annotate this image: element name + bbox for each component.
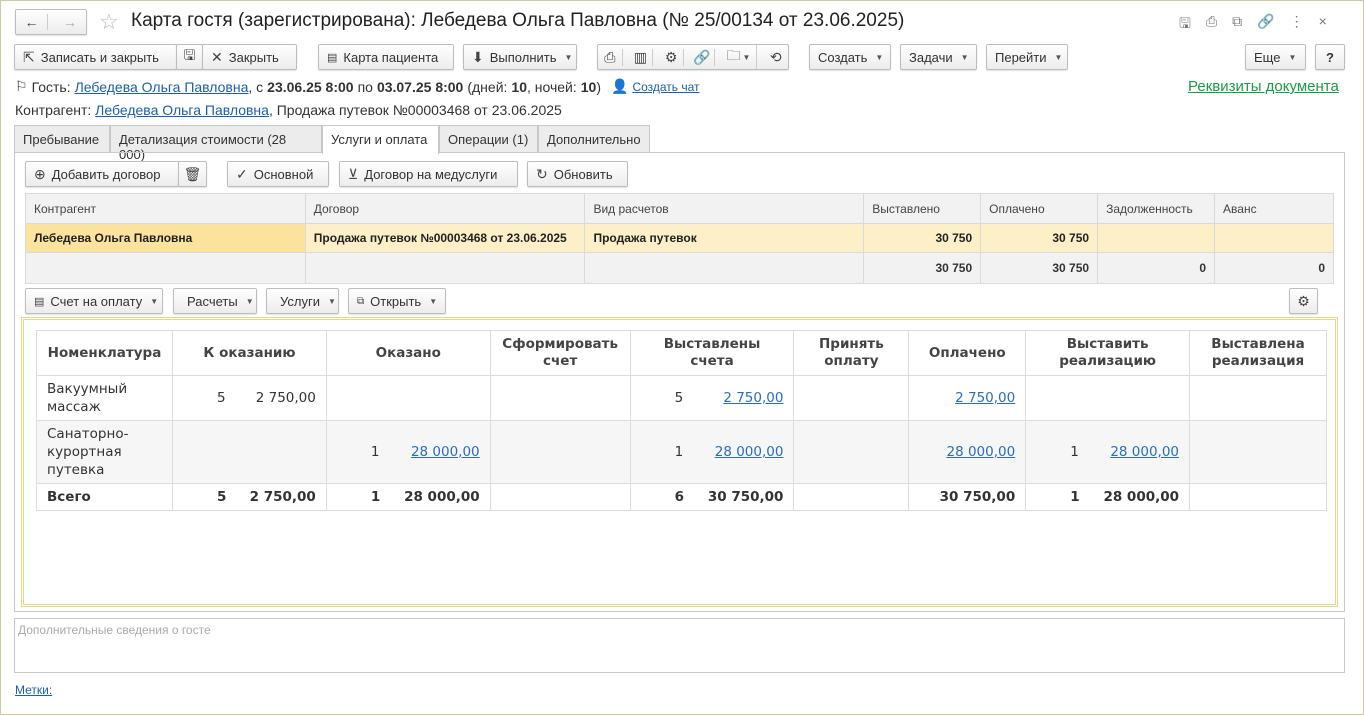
invoice-button[interactable]: ▤ Счет на оплату ▼ xyxy=(25,288,163,314)
plus-circle-icon: ⊕ xyxy=(34,165,46,182)
attach-link-icon[interactable]: 🔗 xyxy=(690,48,715,66)
col-header[interactable]: Выставлено xyxy=(863,193,982,224)
new-folder-icon[interactable]: 🗀 ▼ xyxy=(721,45,758,69)
more-button[interactable]: Еще ▼ xyxy=(1245,44,1306,70)
print-icon[interactable]: ⎙ xyxy=(1206,13,1217,37)
printer-icon[interactable]: ⎙ xyxy=(598,48,623,66)
delete-button[interactable]: 🗑 xyxy=(178,161,207,187)
services-frame: Номенклатура К оказанию Оказано Сформиро… xyxy=(21,317,1338,607)
table-row: Санаторно-курортная путевка 1 28 000,00 1… xyxy=(36,420,1327,484)
col-header[interactable]: Задолженность xyxy=(1097,193,1216,224)
col-header: Выставить реализацию xyxy=(1025,330,1191,376)
trash-icon: 🗑 xyxy=(183,165,202,182)
execute-button[interactable]: ⬇ Выполнить ▼ xyxy=(463,44,577,70)
patient-card-button[interactable]: ▤ Карта пациента xyxy=(318,44,454,70)
counterparty-link[interactable]: Лебедева Ольга Павловна xyxy=(95,102,269,118)
link-icon[interactable]: 🔗 xyxy=(1257,13,1274,37)
col-header[interactable]: Оплачено xyxy=(980,193,1099,224)
save-button[interactable]: 🖫 xyxy=(176,44,203,70)
rendered-link[interactable]: 28 000,00 xyxy=(411,443,480,461)
add-contract-button[interactable]: ⊕ Добавить договор xyxy=(25,161,179,187)
save-close-button[interactable]: ⇱ Записать и закрыть xyxy=(14,44,177,70)
col-header: Выставлены счета xyxy=(629,330,795,376)
invoices-link[interactable]: 28 000,00 xyxy=(715,443,784,461)
back-icon[interactable]: ← xyxy=(16,14,49,30)
flag-icon[interactable]: ⚐ xyxy=(15,78,28,95)
col-header: Сформировать счет xyxy=(489,330,631,376)
tab-additional[interactable]: Дополнительно xyxy=(538,125,650,153)
check-circle-icon: ✓ xyxy=(236,165,248,182)
tab-cost-details[interactable]: Детализация стоимости (28 000) xyxy=(110,125,322,162)
settings-button[interactable]: ⚙ xyxy=(1289,288,1318,314)
table-row: Вакуумный массаж 52 750,00 52 750,00 2 7… xyxy=(36,375,1327,421)
table-row[interactable]: Лебедева Ольга Павловна Продажа путевок … xyxy=(25,223,1334,253)
save-close-icon: ⇱ xyxy=(23,48,35,65)
col-header[interactable]: Контрагент xyxy=(25,193,306,224)
open-window-icon: ⧉ xyxy=(357,295,365,307)
tab-services-payment[interactable]: Услуги и оплата xyxy=(322,125,439,154)
col-header: Номенклатура xyxy=(36,330,173,376)
history-icon[interactable]: ⟲ xyxy=(763,49,788,66)
tasks-button[interactable]: Задачи ▼ xyxy=(900,44,977,70)
card-icon: ▤ xyxy=(327,51,338,64)
save-icon[interactable]: 🖫 xyxy=(1179,13,1191,37)
tab-operations[interactable]: Операции (1) xyxy=(439,125,538,153)
close-button[interactable]: ✕ Закрыть xyxy=(202,44,297,70)
preview-icon[interactable]: ⧉ xyxy=(1232,13,1242,37)
services-table: Номенклатура К оказанию Оказано Сформиро… xyxy=(36,330,1327,511)
paid-link[interactable]: 2 750,00 xyxy=(955,390,1015,406)
services-header-row: Номенклатура К оказанию Оказано Сформиро… xyxy=(36,330,1327,376)
col-header: Оплачено xyxy=(908,330,1027,376)
invoice-icon: ▤ xyxy=(34,295,45,308)
create-button[interactable]: Создать ▼ xyxy=(809,44,891,70)
arrow-down-icon: ⬇ xyxy=(472,48,484,65)
totals-row: 30 750 30 750 0 0 xyxy=(25,252,1334,284)
nav-buttons: ← → xyxy=(15,9,87,35)
col-header: Выставлена реализация xyxy=(1189,330,1327,376)
doc-requisites-link[interactable]: Реквизиты документа xyxy=(1188,78,1339,95)
invoices-link[interactable]: 2 750,00 xyxy=(723,389,783,407)
col-header: Оказано xyxy=(325,330,491,376)
help-button[interactable]: ? xyxy=(1315,44,1345,70)
col-header: К оказанию xyxy=(171,330,327,376)
total-row: Всего 52 750,00 1 28 000,00 6 30 750,00 30… xyxy=(36,483,1327,511)
gear-icon: ⚙ xyxy=(1297,292,1310,309)
med-contract-button[interactable]: ⊻ Договор на медуслуги xyxy=(339,161,518,187)
download-circle-icon: ⊻ xyxy=(348,165,359,182)
contracts-header-row: Контрагент Договор Вид расчетов Выставле… xyxy=(25,193,1334,224)
tags-link[interactable]: Метки: xyxy=(15,683,52,697)
settlements-button[interactable]: Расчеты ▼ xyxy=(173,288,257,314)
tools-group: ⎙ ▥ ⚙ 🔗 🗀 ▼ ⟲ xyxy=(597,44,789,70)
col-header[interactable]: Аванс xyxy=(1214,193,1334,224)
guest-link[interactable]: Лебедева Ольга Павловна xyxy=(75,79,249,95)
main-contract-button[interactable]: ✓ Основной xyxy=(227,161,329,187)
col-header: Принять оплату xyxy=(793,330,910,376)
services-button[interactable]: Услуги ▼ xyxy=(266,288,339,314)
close-icon[interactable]: × xyxy=(1319,13,1327,37)
tab-stay[interactable]: Пребывание xyxy=(14,125,110,153)
x-icon: ✕ xyxy=(211,48,223,65)
col-header[interactable]: Вид расчетов xyxy=(584,193,865,224)
goto-button[interactable]: Перейти ▼ xyxy=(986,44,1068,70)
refresh-button[interactable]: ↻ Обновить xyxy=(527,161,628,187)
user-chat-icon: 👤 xyxy=(611,78,629,94)
create-chat-link[interactable]: Создать чат xyxy=(632,80,699,94)
disk-icon: 🖫 xyxy=(183,47,196,63)
realization-link[interactable]: 28 000,00 xyxy=(1110,443,1179,461)
paid-link[interactable]: 28 000,00 xyxy=(947,444,1016,460)
gears-icon[interactable]: ⚙ xyxy=(659,48,684,66)
window-title: Карта гостя (зарегистрирована): Лебедева… xyxy=(131,10,905,31)
contracts-table: Контрагент Договор Вид расчетов Выставле… xyxy=(25,193,1334,284)
open-button[interactable]: ⧉ Открыть ▼ xyxy=(348,288,446,314)
favorite-star-icon[interactable]: ☆ xyxy=(99,9,119,35)
refresh-icon: ↻ xyxy=(536,165,548,182)
forward-icon[interactable]: → xyxy=(54,14,86,30)
chart-icon[interactable]: ▥ xyxy=(629,48,654,66)
more-vert-icon[interactable]: ⋮ xyxy=(1290,13,1304,37)
col-header[interactable]: Договор xyxy=(304,193,586,224)
extra-info-textarea[interactable]: Дополнительные сведения о госте xyxy=(14,618,1345,673)
